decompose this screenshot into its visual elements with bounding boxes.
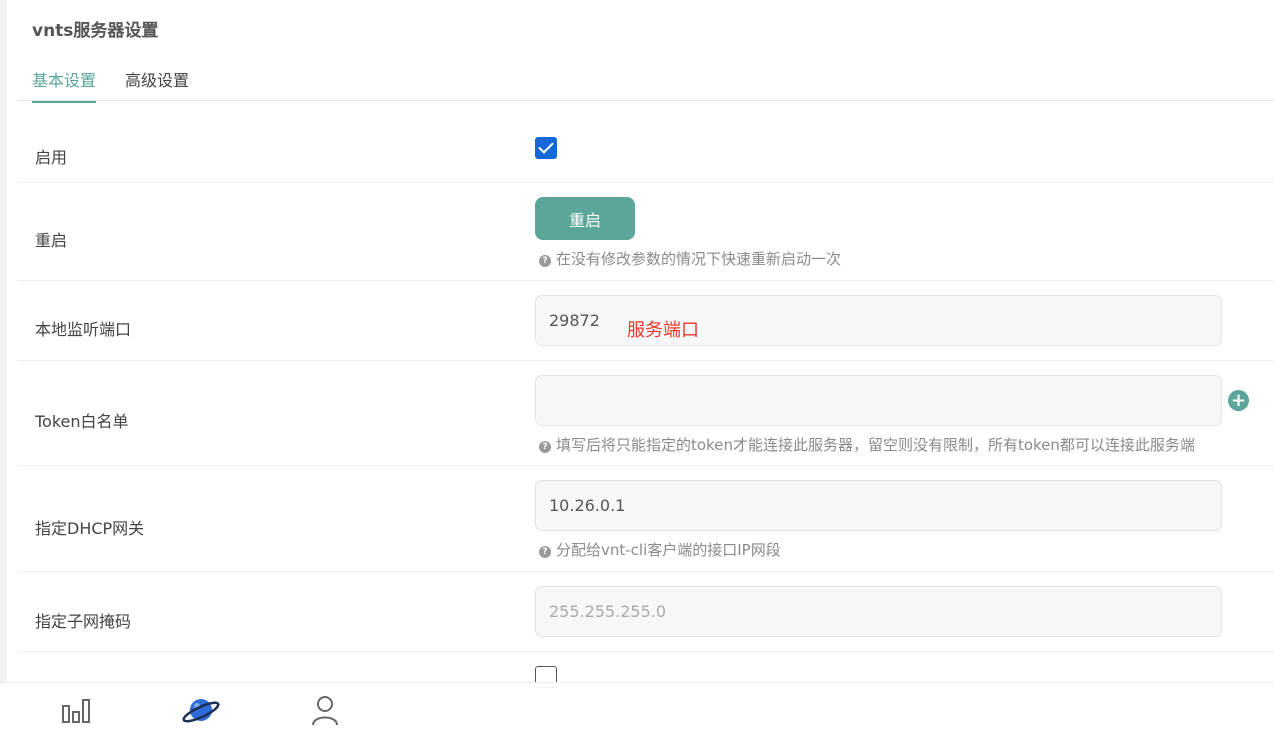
- add-token-icon[interactable]: +: [1228, 390, 1249, 411]
- tab-bar: 基本设置 高级设置: [18, 60, 1274, 103]
- help-icon: ?: [539, 255, 551, 267]
- gateway-hint-text: 分配给vnt-cli客户端的接口IP网段: [556, 541, 781, 559]
- restart-button[interactable]: 重启: [535, 197, 635, 240]
- token-hint-text: 填写后将只能指定的token才能连接此服务器，留空则没有限制，所有token都可…: [556, 436, 1195, 454]
- help-icon: ?: [539, 546, 551, 558]
- page-title: vnts服务器设置: [32, 21, 159, 41]
- token-label: Token白名单: [35, 412, 129, 431]
- bar-chart-icon[interactable]: [56, 693, 96, 729]
- tab-basic-settings[interactable]: 基本设置: [32, 67, 97, 103]
- netmask-label: 指定子网掩码: [35, 612, 132, 631]
- restart-label: 重启: [35, 231, 68, 250]
- enable-label: 启用: [35, 148, 68, 167]
- gateway-label: 指定DHCP网关: [35, 519, 145, 538]
- restart-hint-text: 在没有修改参数的情况下快速重新启动一次: [556, 250, 842, 268]
- left-edge: [0, 0, 7, 734]
- gateway-row: 指定DHCP网关 ? 分配给vnt-cli客户端的接口IP网段: [18, 466, 1274, 572]
- token-row: Token白名单 + ? 填写后将只能指定的token才能连接此服务器，留空则没有…: [18, 361, 1274, 466]
- gateway-hint: ? 分配给vnt-cli客户端的接口IP网段: [539, 539, 781, 560]
- tab-advanced-settings[interactable]: 高级设置: [125, 67, 189, 101]
- help-icon: ?: [539, 441, 551, 453]
- user-icon[interactable]: [305, 693, 345, 729]
- enable-checkbox[interactable]: [535, 137, 557, 159]
- port-row: 本地监听端口 服务端口: [18, 281, 1274, 361]
- port-annotation: 服务端口: [627, 320, 699, 341]
- token-hint: ? 填写后将只能指定的token才能连接此服务器，留空则没有限制，所有token都…: [539, 434, 1195, 455]
- bottom-nav: [0, 682, 1274, 734]
- token-input[interactable]: [535, 375, 1222, 426]
- netmask-input[interactable]: [535, 586, 1222, 637]
- gateway-input[interactable]: [535, 480, 1222, 531]
- restart-row: 重启 重启 ? 在没有修改参数的情况下快速重新启动一次: [18, 183, 1274, 281]
- netmask-row: 指定子网掩码: [18, 572, 1274, 652]
- enable-row: 启用: [18, 101, 1274, 183]
- restart-hint: ? 在没有修改参数的情况下快速重新启动一次: [539, 248, 841, 269]
- port-label: 本地监听端口: [35, 320, 132, 339]
- planet-icon[interactable]: [181, 693, 221, 729]
